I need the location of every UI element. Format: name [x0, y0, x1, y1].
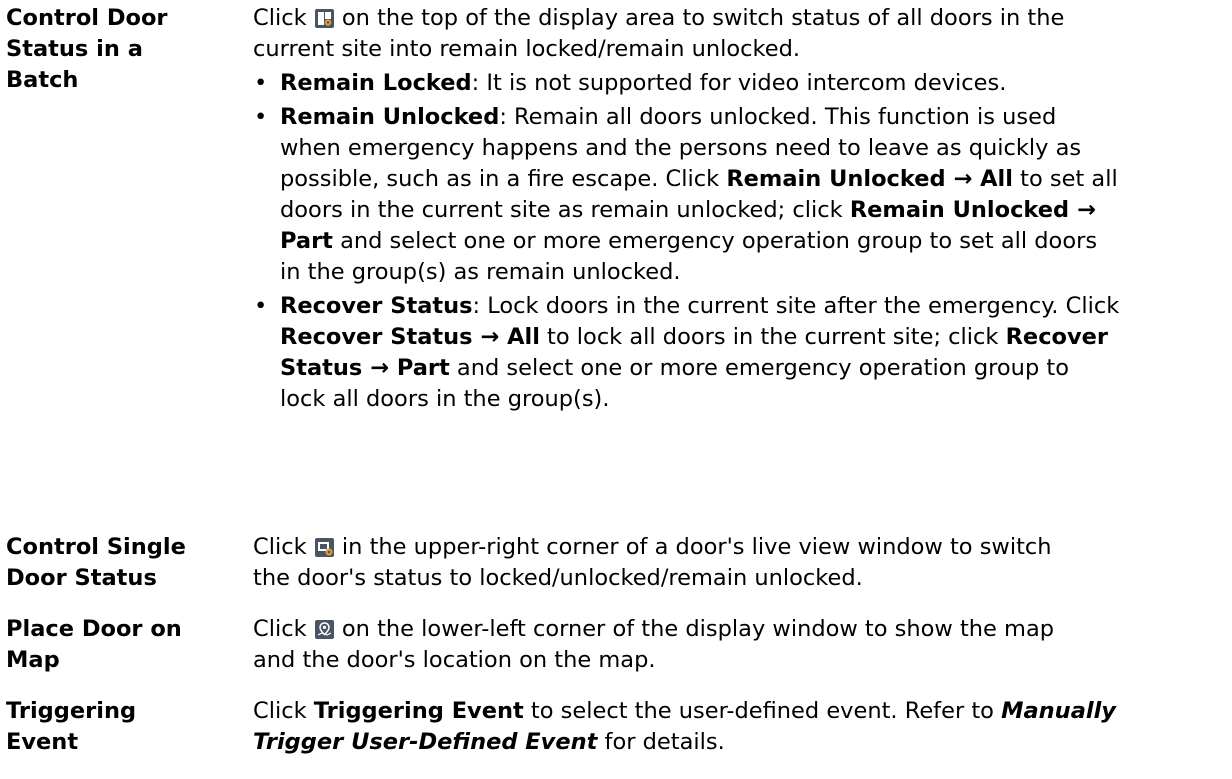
bullet-icon: •	[254, 104, 268, 130]
text-line: Click on the lower-left corner of the di…	[253, 616, 1055, 642]
text-line: the door's status to locked/unlocked/rem…	[253, 565, 863, 591]
text-line: Remain Unlocked: Remain all doors unlock…	[280, 104, 1057, 130]
text-line: current site into remain locked/remain u…	[253, 36, 801, 62]
row-description: Click on the top of the display area to …	[253, 3, 1228, 415]
map-location-icon	[314, 617, 334, 639]
row-label: Control Door Status in a Batch	[6, 3, 206, 96]
row-label: Place Door on Map	[6, 614, 206, 676]
text-line: when emergency happens and the persons n…	[280, 135, 1082, 161]
text-line: Part and select one or more emergency op…	[280, 228, 1098, 254]
text-line: and the door's location on the map.	[253, 647, 656, 673]
list-item: • Remain Locked: It is not supported for…	[253, 68, 1228, 99]
row-label-line: Door Status	[6, 565, 157, 591]
row-description: Click Triggering Event to select the use…	[253, 696, 1228, 758]
bullet-icon: •	[254, 70, 268, 96]
text-line: Recover Status: Lock doors in the curren…	[280, 293, 1120, 319]
text-line: Click on the top of the display area to …	[253, 5, 1065, 31]
row-label: Triggering Event	[6, 696, 206, 758]
row-label-line: Control Single	[6, 534, 186, 560]
text-line: doors in the current site as remain unlo…	[280, 197, 1096, 223]
row-label-line: Status in a	[6, 36, 143, 62]
row-label-line: Batch	[6, 67, 79, 93]
list-item: • Recover Status: Lock doors in the curr…	[253, 291, 1228, 415]
function-description-table: Control Door Status in a Batch Click on …	[0, 0, 1232, 779]
row-label-line: Event	[6, 729, 79, 755]
text-line: Trigger User-Defined Event for details.	[253, 729, 725, 755]
text-line: Recover Status → All to lock all doors i…	[280, 324, 1109, 350]
text-line: Click in the upper-right corner of a doo…	[253, 534, 1052, 560]
text-line: Remain Locked: It is not supported for v…	[280, 70, 1007, 96]
text-line: possible, such as in a fire escape. Clic…	[280, 166, 1118, 192]
row-description: Click in the upper-right corner of a doo…	[253, 532, 1228, 594]
row-label-line: Place Door on	[6, 616, 182, 642]
door-status-icon	[314, 535, 334, 557]
list-item: • Remain Unlocked: Remain all doors unlo…	[253, 102, 1228, 288]
bullet-list: • Remain Locked: It is not supported for…	[253, 68, 1228, 415]
text-line: Click Triggering Event to select the use…	[253, 698, 1116, 724]
row-label-line: Map	[6, 647, 60, 673]
text-line: Status → Part and select one or more eme…	[280, 355, 1069, 381]
row-label-line: Triggering	[6, 698, 137, 724]
row-description: Click on the lower-left corner of the di…	[253, 614, 1228, 676]
door-batch-control-icon	[314, 6, 334, 28]
row-label: Control Single Door Status	[6, 532, 206, 594]
text-line: lock all doors in the group(s).	[280, 386, 610, 412]
row-label-line: Control Door	[6, 5, 168, 31]
text-line: in the group(s) as remain unlocked.	[280, 259, 681, 285]
bullet-icon: •	[254, 293, 268, 319]
